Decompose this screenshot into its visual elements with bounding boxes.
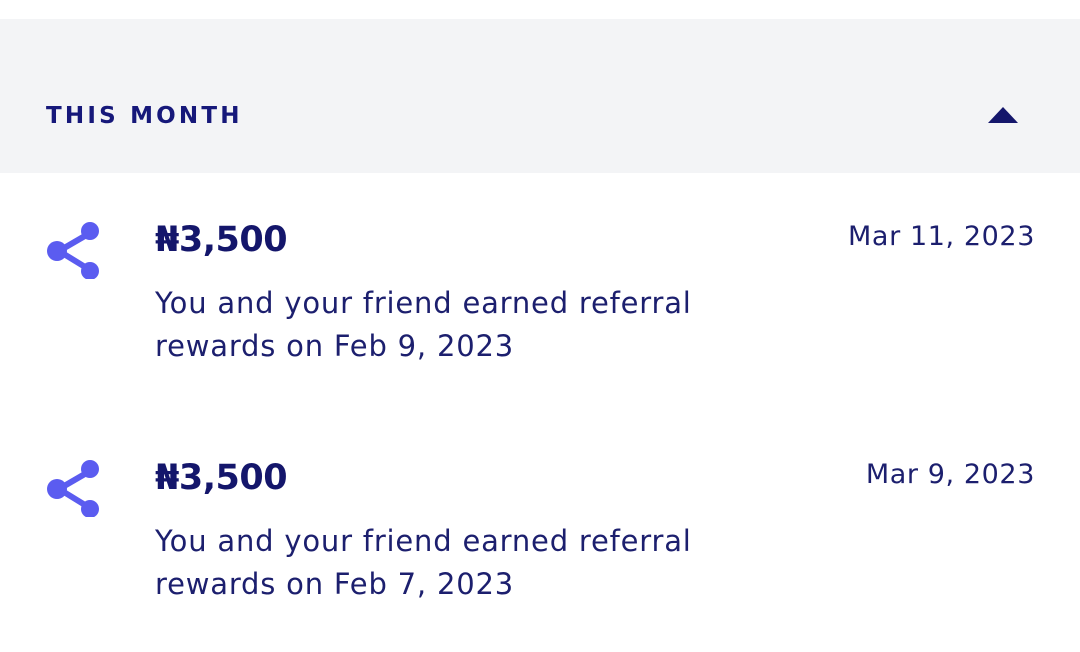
share-icon bbox=[47, 222, 99, 279]
reward-description: You and your friend earned referral rewa… bbox=[155, 286, 692, 363]
reward-date: Mar 11, 2023 bbox=[848, 221, 1035, 252]
section-header-this-month[interactable]: THIS MONTH bbox=[0, 19, 1080, 173]
list-item[interactable]: ₦3,500 Mar 11, 2023 You and your friend … bbox=[0, 218, 1080, 418]
page: THIS MONTH ₦3,500 Mar 11, 2023 You and y… bbox=[0, 0, 1080, 652]
reward-description: You and your friend earned referral rewa… bbox=[155, 524, 692, 601]
reward-amount: ₦3,500 bbox=[155, 220, 288, 260]
reward-date: Mar 9, 2023 bbox=[865, 459, 1035, 490]
list-item[interactable]: ₦3,500 Mar 9, 2023 You and your friend e… bbox=[0, 456, 1080, 652]
triangle-up-icon[interactable] bbox=[988, 107, 1018, 123]
reward-amount: ₦3,500 bbox=[155, 458, 288, 498]
share-icon bbox=[47, 460, 99, 517]
section-title: THIS MONTH bbox=[46, 103, 243, 129]
